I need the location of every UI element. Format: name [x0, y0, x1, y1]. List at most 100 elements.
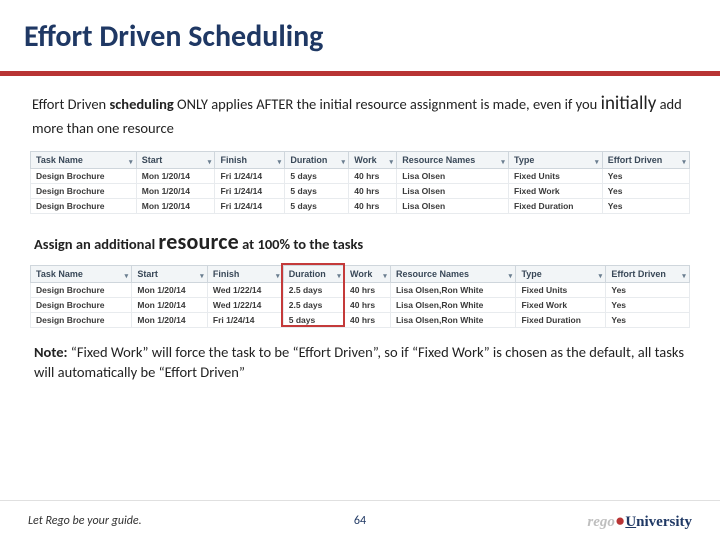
- dropdown-icon[interactable]: ▾: [122, 273, 130, 281]
- table-cell[interactable]: Fixed Work: [509, 183, 603, 198]
- table-cell[interactable]: Design Brochure: [31, 183, 137, 198]
- text-bold: Assign an additional: [34, 235, 158, 253]
- note-text: “Fixed Work” will force the task to be “…: [34, 343, 684, 381]
- table-cell[interactable]: Yes: [602, 198, 689, 213]
- table-cell[interactable]: Design Brochure: [31, 282, 132, 297]
- table-cell[interactable]: Fri 1/24/14: [215, 198, 285, 213]
- dropdown-icon[interactable]: ▾: [339, 159, 347, 167]
- table-row[interactable]: Design BrochureMon 1/20/14Fri 1/24/145 d…: [31, 168, 690, 183]
- table-cell[interactable]: Lisa Olsen: [397, 183, 509, 198]
- table-cell[interactable]: Mon 1/20/14: [136, 198, 215, 213]
- table-cell[interactable]: Lisa Olsen: [397, 198, 509, 213]
- dropdown-icon[interactable]: ▾: [499, 159, 507, 167]
- table-cell[interactable]: Lisa Olsen,Ron White: [390, 312, 515, 327]
- dropdown-icon[interactable]: ▾: [680, 159, 688, 167]
- table-cell[interactable]: 5 days: [285, 198, 349, 213]
- table-cell[interactable]: Fixed Work: [516, 297, 606, 312]
- table-cell[interactable]: Mon 1/20/14: [132, 282, 207, 297]
- table-cell[interactable]: Design Brochure: [31, 168, 137, 183]
- table-cell[interactable]: Lisa Olsen: [397, 168, 509, 183]
- dropdown-icon[interactable]: ▾: [596, 273, 604, 281]
- table-cell[interactable]: Mon 1/20/14: [132, 297, 207, 312]
- column-header[interactable]: Effort Driven▾: [602, 151, 689, 168]
- column-header[interactable]: Work▾: [349, 151, 397, 168]
- table-cell[interactable]: Yes: [606, 297, 690, 312]
- table-cell[interactable]: Yes: [606, 312, 690, 327]
- column-header[interactable]: Resource Names▾: [390, 265, 515, 282]
- table-cell[interactable]: Wed 1/22/14: [207, 282, 283, 297]
- dropdown-icon[interactable]: ▾: [127, 159, 135, 167]
- dropdown-icon[interactable]: ▾: [593, 159, 601, 167]
- column-header[interactable]: Duration▾: [283, 265, 344, 282]
- table-cell[interactable]: Lisa Olsen,Ron White: [390, 297, 515, 312]
- text: Effort Driven: [32, 95, 109, 113]
- column-header[interactable]: Finish▾: [207, 265, 283, 282]
- column-header[interactable]: Task Name▾: [31, 265, 132, 282]
- column-header[interactable]: Type▾: [516, 265, 606, 282]
- column-header[interactable]: Start▾: [132, 265, 207, 282]
- column-header[interactable]: Task Name▾: [31, 151, 137, 168]
- note-label: Note:: [34, 343, 68, 361]
- page-number: 64: [354, 514, 366, 528]
- column-header[interactable]: Work▾: [345, 265, 391, 282]
- column-header[interactable]: Resource Names▾: [397, 151, 509, 168]
- table-cell[interactable]: Fixed Units: [516, 282, 606, 297]
- table-cell[interactable]: 2.5 days: [283, 282, 344, 297]
- table-cell[interactable]: 5 days: [285, 168, 349, 183]
- table-cell[interactable]: Yes: [602, 183, 689, 198]
- column-header[interactable]: Type▾: [509, 151, 603, 168]
- text: ONLY applies AFTER the initial resource …: [174, 95, 601, 113]
- mid-paragraph: Assign an additional resource at 100% to…: [34, 228, 692, 255]
- table-cell[interactable]: Yes: [602, 168, 689, 183]
- dropdown-icon[interactable]: ▾: [680, 273, 688, 281]
- table-row[interactable]: Design BrochureMon 1/20/14Wed 1/22/142.5…: [31, 297, 690, 312]
- dropdown-icon[interactable]: ▾: [274, 273, 282, 281]
- column-header[interactable]: Effort Driven▾: [606, 265, 690, 282]
- table-cell[interactable]: Wed 1/22/14: [207, 297, 283, 312]
- table-cell[interactable]: Fixed Duration: [516, 312, 606, 327]
- table-cell[interactable]: 40 hrs: [345, 312, 391, 327]
- table-cell[interactable]: 40 hrs: [349, 168, 397, 183]
- table-cell[interactable]: Fri 1/24/14: [215, 168, 285, 183]
- table-cell[interactable]: Design Brochure: [31, 198, 137, 213]
- dropdown-icon[interactable]: ▾: [381, 273, 389, 281]
- dropdown-icon[interactable]: ▾: [198, 273, 206, 281]
- table-cell[interactable]: 40 hrs: [349, 198, 397, 213]
- table-cell[interactable]: Mon 1/20/14: [136, 168, 215, 183]
- column-header[interactable]: Duration▾: [285, 151, 349, 168]
- text-emph: initially: [601, 92, 657, 115]
- text-emph: resource: [158, 228, 238, 255]
- table-cell[interactable]: Mon 1/20/14: [136, 183, 215, 198]
- table-cell[interactable]: 5 days: [283, 312, 344, 327]
- slide: Effort Driven Scheduling Effort Driven s…: [0, 0, 720, 540]
- table-row[interactable]: Design BrochureMon 1/20/14Fri 1/24/145 d…: [31, 198, 690, 213]
- table-cell[interactable]: 40 hrs: [349, 183, 397, 198]
- table-cell[interactable]: Fixed Duration: [509, 198, 603, 213]
- text-bold: at 100% to the tasks: [239, 235, 363, 253]
- dropdown-icon[interactable]: ▾: [205, 159, 213, 167]
- table-row[interactable]: Design BrochureMon 1/20/14Fri 1/24/145 d…: [31, 183, 690, 198]
- table-cell[interactable]: Design Brochure: [31, 312, 132, 327]
- table-cell[interactable]: Design Brochure: [31, 297, 132, 312]
- dropdown-icon[interactable]: ▾: [387, 159, 395, 167]
- table-cell[interactable]: 40 hrs: [345, 297, 391, 312]
- table-cell[interactable]: 5 days: [285, 183, 349, 198]
- column-header[interactable]: Start▾: [136, 151, 215, 168]
- table-cell[interactable]: 40 hrs: [345, 282, 391, 297]
- dropdown-icon[interactable]: ▾: [335, 273, 343, 281]
- table-cell[interactable]: Fixed Units: [509, 168, 603, 183]
- dropdown-icon[interactable]: ▾: [275, 159, 283, 167]
- table-row[interactable]: Design BrochureMon 1/20/14Fri 1/24/145 d…: [31, 312, 690, 327]
- table-cell[interactable]: Yes: [606, 282, 690, 297]
- text-bold: scheduling: [109, 95, 173, 113]
- table-cell[interactable]: Mon 1/20/14: [132, 312, 207, 327]
- task-table-1: Task Name▾Start▾Finish▾Duration▾Work▾Res…: [30, 151, 690, 214]
- column-header[interactable]: Finish▾: [215, 151, 285, 168]
- dropdown-icon[interactable]: ▾: [506, 273, 514, 281]
- table-row[interactable]: Design BrochureMon 1/20/14Wed 1/22/142.5…: [31, 282, 690, 297]
- table-cell[interactable]: Fri 1/24/14: [207, 312, 283, 327]
- table-cell[interactable]: 2.5 days: [283, 297, 344, 312]
- table-cell[interactable]: Fri 1/24/14: [215, 183, 285, 198]
- table-cell[interactable]: Lisa Olsen,Ron White: [390, 282, 515, 297]
- page-title: Effort Driven Scheduling: [24, 18, 696, 61]
